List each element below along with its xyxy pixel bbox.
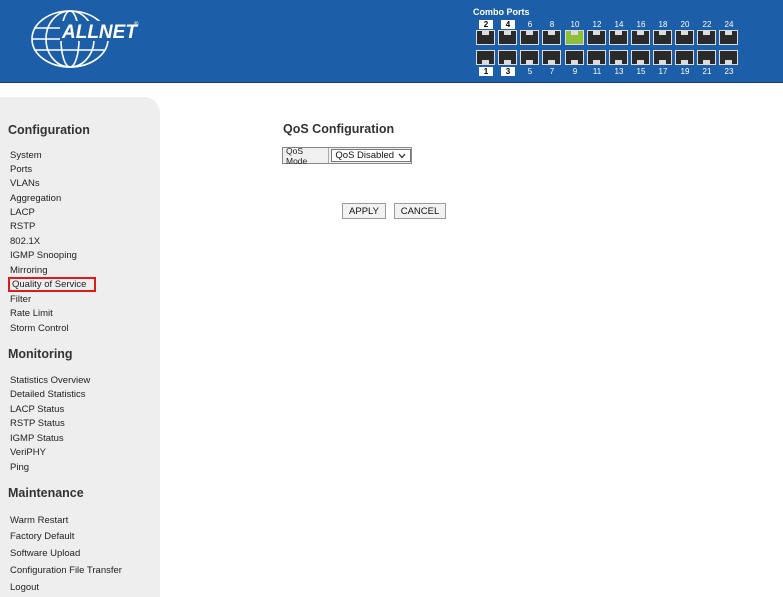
port-number-label: 2 xyxy=(479,20,493,29)
port-number-label: 9 xyxy=(572,67,578,76)
port-number-label: 5 xyxy=(527,67,533,76)
sidebar-item-rstp[interactable]: RSTP xyxy=(10,221,35,232)
qos-mode-label: QoS Mode xyxy=(283,146,330,166)
sidebar-item-quality-of-service[interactable]: Quality of Service xyxy=(8,277,97,292)
port-number-label: 24 xyxy=(724,20,734,29)
port-16-icon[interactable] xyxy=(631,30,650,45)
port-24-icon[interactable] xyxy=(719,30,738,45)
port-number-label: 8 xyxy=(549,20,555,29)
sidebar-item-vlans[interactable]: VLANs xyxy=(10,178,40,189)
port-3-icon[interactable] xyxy=(498,50,517,65)
section-title-maintenance: Maintenance xyxy=(8,486,84,500)
port-14-icon[interactable] xyxy=(609,30,628,45)
port-number-label: 22 xyxy=(702,20,712,29)
sidebar-item-warm-restart[interactable]: Warm Restart xyxy=(10,515,68,526)
port-number-label: 21 xyxy=(702,67,712,76)
port-10-icon[interactable] xyxy=(565,30,584,45)
apply-button[interactable]: APPLY xyxy=(342,203,386,219)
port-11-icon[interactable] xyxy=(587,50,606,65)
sidebar-item-logout[interactable]: Logout xyxy=(10,582,39,593)
qos-mode-select[interactable]: QoS Disabled xyxy=(331,149,411,162)
allnet-logo: ALLNET ® xyxy=(20,6,150,72)
sidebar: Configuration System Ports VLANs Aggrega… xyxy=(0,97,160,597)
port-number-label: 6 xyxy=(527,20,533,29)
port-4-icon[interactable] xyxy=(498,30,517,45)
top-banner: ALLNET ® Combo Ports 2 4 6 8 10 12 14 16… xyxy=(0,0,783,83)
port-number-label: 11 xyxy=(592,67,602,76)
port-number-label: 19 xyxy=(680,67,690,76)
port-number-label: 16 xyxy=(636,20,646,29)
port-number-label: 7 xyxy=(549,67,555,76)
sidebar-item-rstp-status[interactable]: RSTP Status xyxy=(10,418,65,429)
port-number-label: 13 xyxy=(614,67,624,76)
port-21-icon[interactable] xyxy=(697,50,716,65)
page-title: QoS Configuration xyxy=(283,122,395,136)
section-title-monitoring: Monitoring xyxy=(8,347,73,361)
port-number-label: 12 xyxy=(592,20,602,29)
port-15-icon[interactable] xyxy=(631,50,650,65)
port-number-label: 3 xyxy=(501,67,515,76)
qos-mode-row: QoS Mode QoS Disabled xyxy=(282,146,412,166)
port-23-icon[interactable] xyxy=(719,50,738,65)
sidebar-item-lacp[interactable]: LACP xyxy=(10,207,35,218)
port-9-icon[interactable] xyxy=(565,50,584,65)
port-19-icon[interactable] xyxy=(675,50,694,65)
qos-mode-value: QoS Disabled xyxy=(335,150,395,161)
port-status-panel: 2 4 6 8 10 12 14 16 18 20 22 24 1 3 5 7 … xyxy=(472,16,772,78)
sidebar-item-filter[interactable]: Filter xyxy=(10,294,31,305)
port-number-label: 1 xyxy=(479,67,493,76)
port-7-icon[interactable] xyxy=(542,50,561,65)
port-2-icon[interactable] xyxy=(476,30,495,45)
sidebar-item-system[interactable]: System xyxy=(10,150,42,161)
port-number-label: 17 xyxy=(658,67,668,76)
port-6-icon[interactable] xyxy=(520,30,539,45)
sidebar-item-statistics-overview[interactable]: Statistics Overview xyxy=(10,375,90,386)
sidebar-item-configuration-file-transfer[interactable]: Configuration File Transfer xyxy=(10,565,122,576)
port-number-label: 20 xyxy=(680,20,690,29)
sidebar-item-igmp-status[interactable]: IGMP Status xyxy=(10,433,64,444)
sidebar-item-mirroring[interactable]: Mirroring xyxy=(10,265,47,276)
port-8-icon[interactable] xyxy=(542,30,561,45)
sidebar-item-detailed-statistics[interactable]: Detailed Statistics xyxy=(10,389,86,400)
chevron-down-icon xyxy=(398,150,406,164)
port-20-icon[interactable] xyxy=(675,30,694,45)
cancel-button[interactable]: CANCEL xyxy=(394,203,446,219)
sidebar-item-veriphy[interactable]: VeriPHY xyxy=(10,447,46,458)
sidebar-item-software-upload[interactable]: Software Upload xyxy=(10,548,80,559)
port-number-label: 23 xyxy=(724,67,734,76)
port-number-label: 18 xyxy=(658,20,668,29)
sidebar-item-8021x[interactable]: 802.1X xyxy=(10,236,40,247)
section-title-configuration: Configuration xyxy=(8,123,90,137)
port-18-icon[interactable] xyxy=(653,30,672,45)
port-22-icon[interactable] xyxy=(697,30,716,45)
port-number-label: 14 xyxy=(614,20,624,29)
port-number-label: 15 xyxy=(636,67,646,76)
sidebar-item-lacp-status[interactable]: LACP Status xyxy=(10,404,64,415)
port-5-icon[interactable] xyxy=(520,50,539,65)
port-13-icon[interactable] xyxy=(609,50,628,65)
sidebar-item-igmp-snooping[interactable]: IGMP Snooping xyxy=(10,250,77,261)
svg-text:®: ® xyxy=(134,21,139,28)
sidebar-item-aggregation[interactable]: Aggregation xyxy=(10,193,61,204)
sidebar-item-storm-control[interactable]: Storm Control xyxy=(10,323,69,334)
port-number-label: 4 xyxy=(501,20,515,29)
svg-text:ALLNET: ALLNET xyxy=(61,22,138,43)
port-1-icon[interactable] xyxy=(476,50,495,65)
sidebar-item-factory-default[interactable]: Factory Default xyxy=(10,531,74,542)
port-17-icon[interactable] xyxy=(653,50,672,65)
sidebar-item-ping[interactable]: Ping xyxy=(10,462,29,473)
port-number-label: 10 xyxy=(570,20,580,29)
sidebar-item-rate-limit[interactable]: Rate Limit xyxy=(10,308,53,319)
sidebar-item-ports[interactable]: Ports xyxy=(10,164,32,175)
port-12-icon[interactable] xyxy=(587,30,606,45)
